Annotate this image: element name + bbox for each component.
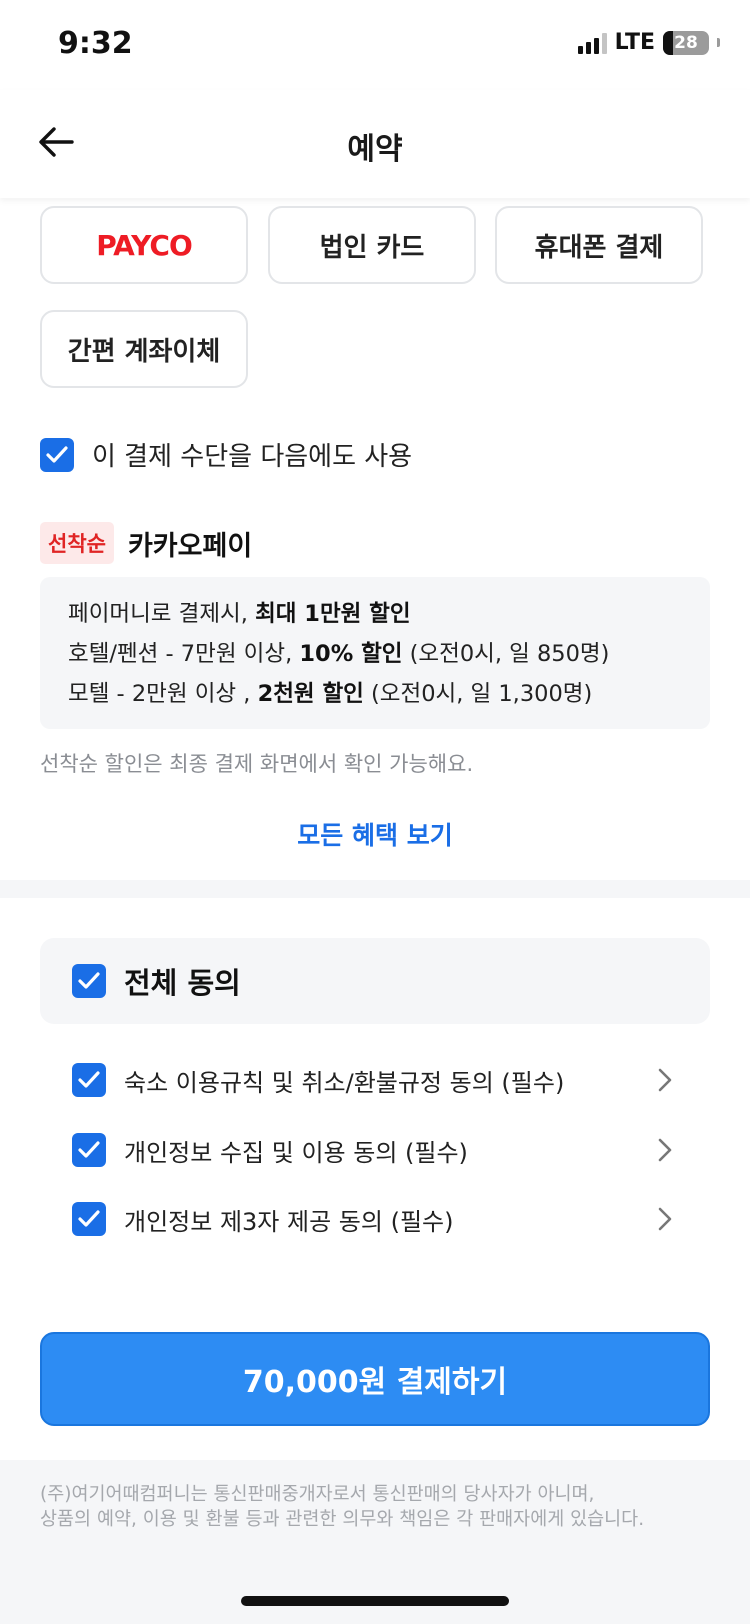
agree-privacy-checkbox[interactable] <box>72 1133 106 1167</box>
bank-transfer-button[interactable]: 간편 계좌이체 <box>40 310 248 388</box>
promo-name: 카카오페이 <box>127 530 253 562</box>
status-time: 9:32 <box>58 26 133 61</box>
signal-icon <box>577 32 607 54</box>
corporate-card-label: 법인 카드 <box>319 232 425 263</box>
agree-item-privacy[interactable]: 개인정보 수집 및 이용 동의 (필수) <box>72 1130 672 1170</box>
corporate-card-button[interactable]: 법인 카드 <box>268 206 476 284</box>
network-label: LTE <box>614 30 655 55</box>
promo-note: 선착순 할인은 최종 결제 화면에서 확인 가능해요. <box>40 752 474 776</box>
reuse-payment-checkbox[interactable] <box>40 437 74 472</box>
home-indicator[interactable] <box>241 1596 509 1606</box>
check-icon <box>78 1210 100 1227</box>
battery-tip-icon <box>717 38 720 47</box>
agree-privacy-label: 개인정보 수집 및 이용 동의 (필수) <box>124 1138 468 1167</box>
battery-level: 28 <box>674 32 698 53</box>
footer-line-1: (주)여기어때컴퍼니는 통신판매중개자로서 통신판매의 당사자가 아니며, <box>40 1484 595 1505</box>
payco-logo: PAYCO <box>96 228 193 262</box>
promo-line-2: 호텔/펜션 - 7만원 이상, 10% 할인 (오전0시, 일 850명) <box>68 641 610 667</box>
agree-all-checkbox[interactable] <box>72 964 106 998</box>
agree-rules-label: 숙소 이용규칙 및 취소/환불규정 동의 (필수) <box>124 1068 565 1097</box>
promo-box: 페이머니로 결제시, 최대 1만원 할인 호텔/펜션 - 7만원 이상, 10%… <box>40 577 710 729</box>
agree-third-party-label: 개인정보 제3자 제공 동의 (필수) <box>124 1207 454 1236</box>
mobile-payment-button[interactable]: 휴대폰 결제 <box>495 206 703 284</box>
mobile-payment-label: 휴대폰 결제 <box>534 232 664 263</box>
check-icon <box>78 1141 100 1158</box>
payco-button[interactable]: PAYCO <box>40 206 248 284</box>
status-bar: 9:32 LTE 28 <box>0 0 750 90</box>
agree-all-row[interactable]: 전체 동의 <box>40 938 710 1024</box>
agree-rules-checkbox[interactable] <box>72 1063 106 1097</box>
check-icon <box>78 972 100 989</box>
promo-line-1: 페이머니로 결제시, 최대 1만원 할인 <box>68 601 411 627</box>
chevron-right-icon[interactable] <box>658 1068 672 1092</box>
pay-button[interactable]: 70,000원 결제하기 <box>40 1332 710 1426</box>
reuse-payment-row[interactable]: 이 결제 수단을 다음에도 사용 <box>40 436 412 473</box>
all-benefits-link[interactable]: 모든 혜택 보기 <box>0 816 750 852</box>
footer-disclaimer: (주)여기어때컴퍼니는 통신판매중개자로서 통신판매의 당사자가 아니며, 상품… <box>40 1482 644 1532</box>
promo-line-3: 모텔 - 2만원 이상 , 2천원 할인 (오전0시, 일 1,300명) <box>68 681 593 707</box>
agree-all-label: 전체 동의 <box>124 966 241 1000</box>
header: 예약 <box>0 90 750 198</box>
battery-icon: 28 <box>663 30 709 55</box>
section-divider <box>0 880 750 898</box>
chevron-right-icon[interactable] <box>658 1207 672 1231</box>
bank-transfer-label: 간편 계좌이체 <box>67 336 221 367</box>
agree-item-third-party[interactable]: 개인정보 제3자 제공 동의 (필수) <box>72 1199 672 1239</box>
status-indicators: LTE 28 <box>577 30 720 55</box>
reuse-payment-label: 이 결제 수단을 다음에도 사용 <box>92 442 413 472</box>
footer-line-2: 상품의 예약, 이용 및 환불 등과 관련한 의무와 책임은 각 판매자에게 있… <box>40 1509 645 1530</box>
agree-item-rules[interactable]: 숙소 이용규칙 및 취소/환불규정 동의 (필수) <box>72 1060 672 1100</box>
page-title: 예약 <box>347 132 403 167</box>
chevron-right-icon[interactable] <box>658 1138 672 1162</box>
first-come-badge: 선착순 <box>40 522 114 564</box>
check-icon <box>78 1071 100 1088</box>
agree-third-party-checkbox[interactable] <box>72 1202 106 1236</box>
promo-title: 선착순 카카오페이 <box>40 522 252 564</box>
check-icon <box>46 445 68 463</box>
